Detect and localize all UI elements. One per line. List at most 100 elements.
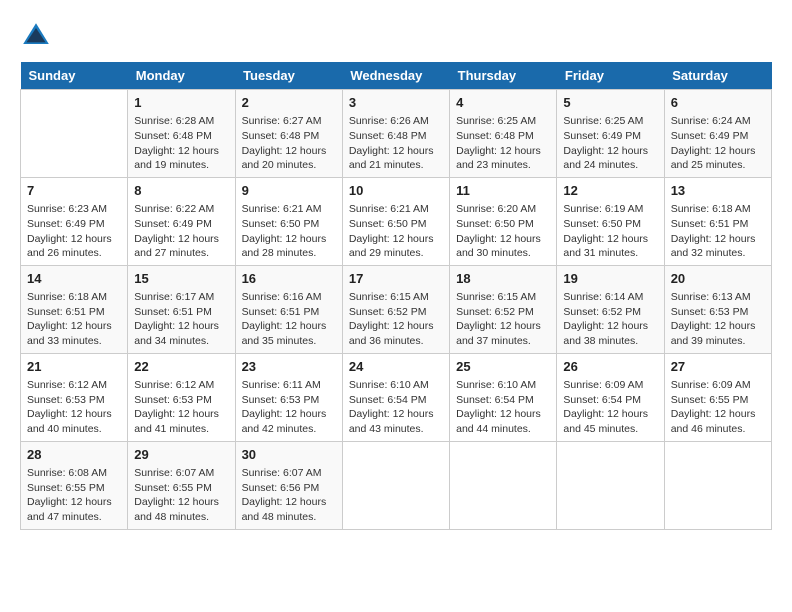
day-detail: Sunrise: 6:21 AM Sunset: 6:50 PM Dayligh… bbox=[349, 202, 443, 261]
calendar-cell bbox=[342, 441, 449, 529]
calendar-cell: 21 Sunrise: 6:12 AM Sunset: 6:53 PM Dayli… bbox=[21, 353, 128, 441]
day-number: 10 bbox=[349, 182, 443, 200]
day-detail: Sunrise: 6:28 AM Sunset: 6:48 PM Dayligh… bbox=[134, 114, 228, 173]
calendar-cell: 15Sunrise: 6:17 AM Sunset: 6:51 PM Dayli… bbox=[128, 265, 235, 353]
calendar-cell: 23 Sunrise: 6:11 AM Sunset: 6:53 PM Dayli… bbox=[235, 353, 342, 441]
calendar-cell: 22 Sunrise: 6:12 AM Sunset: 6:53 PM Dayli… bbox=[128, 353, 235, 441]
day-detail: Sunrise: 6:20 AM Sunset: 6:50 PM Dayligh… bbox=[456, 202, 550, 261]
calendar-cell: 3 Sunrise: 6:26 AM Sunset: 6:48 PM Daylig… bbox=[342, 90, 449, 178]
day-detail: Sunrise: 6:14 AM Sunset: 6:52 PM Dayligh… bbox=[563, 290, 657, 349]
day-detail: Sunrise: 6:07 AM Sunset: 6:55 PM Dayligh… bbox=[134, 466, 228, 525]
day-detail: Sunrise: 6:18 AM Sunset: 6:51 PM Dayligh… bbox=[671, 202, 765, 261]
day-number: 7 bbox=[27, 182, 121, 200]
week-row-3: 14Sunrise: 6:18 AM Sunset: 6:51 PM Dayli… bbox=[21, 265, 772, 353]
column-header-wednesday: Wednesday bbox=[342, 62, 449, 90]
column-header-friday: Friday bbox=[557, 62, 664, 90]
page-header bbox=[20, 20, 772, 52]
calendar-cell bbox=[557, 441, 664, 529]
day-detail: Sunrise: 6:24 AM Sunset: 6:49 PM Dayligh… bbox=[671, 114, 765, 173]
day-detail: Sunrise: 6:13 AM Sunset: 6:53 PM Dayligh… bbox=[671, 290, 765, 349]
day-detail: Sunrise: 6:09 AM Sunset: 6:55 PM Dayligh… bbox=[671, 378, 765, 437]
calendar-cell: 2 Sunrise: 6:27 AM Sunset: 6:48 PM Daylig… bbox=[235, 90, 342, 178]
day-detail: Sunrise: 6:18 AM Sunset: 6:51 PM Dayligh… bbox=[27, 290, 121, 349]
day-number: 18 bbox=[456, 270, 550, 288]
calendar-cell: 29 Sunrise: 6:07 AM Sunset: 6:55 PM Dayli… bbox=[128, 441, 235, 529]
day-number: 22 bbox=[134, 358, 228, 376]
day-detail: Sunrise: 6:12 AM Sunset: 6:53 PM Dayligh… bbox=[27, 378, 121, 437]
column-header-thursday: Thursday bbox=[450, 62, 557, 90]
day-detail: Sunrise: 6:25 AM Sunset: 6:48 PM Dayligh… bbox=[456, 114, 550, 173]
calendar-header-row: SundayMondayTuesdayWednesdayThursdayFrid… bbox=[21, 62, 772, 90]
day-number: 15 bbox=[134, 270, 228, 288]
day-number: 19 bbox=[563, 270, 657, 288]
calendar-cell: 10 Sunrise: 6:21 AM Sunset: 6:50 PM Dayli… bbox=[342, 177, 449, 265]
calendar-cell: 19 Sunrise: 6:14 AM Sunset: 6:52 PM Dayli… bbox=[557, 265, 664, 353]
week-row-5: 28Sunrise: 6:08 AM Sunset: 6:55 PM Dayli… bbox=[21, 441, 772, 529]
day-detail: Sunrise: 6:23 AM Sunset: 6:49 PM Dayligh… bbox=[27, 202, 121, 261]
calendar-cell: 18 Sunrise: 6:15 AM Sunset: 6:52 PM Dayli… bbox=[450, 265, 557, 353]
day-detail: Sunrise: 6:22 AM Sunset: 6:49 PM Dayligh… bbox=[134, 202, 228, 261]
day-detail: Sunrise: 6:10 AM Sunset: 6:54 PM Dayligh… bbox=[349, 378, 443, 437]
calendar-cell: 5 Sunrise: 6:25 AM Sunset: 6:49 PM Daylig… bbox=[557, 90, 664, 178]
day-number: 11 bbox=[456, 182, 550, 200]
day-detail: Sunrise: 6:21 AM Sunset: 6:50 PM Dayligh… bbox=[242, 202, 336, 261]
day-detail: Sunrise: 6:11 AM Sunset: 6:53 PM Dayligh… bbox=[242, 378, 336, 437]
day-detail: Sunrise: 6:26 AM Sunset: 6:48 PM Dayligh… bbox=[349, 114, 443, 173]
calendar-cell: 7 Sunrise: 6:23 AM Sunset: 6:49 PM Daylig… bbox=[21, 177, 128, 265]
day-detail: Sunrise: 6:07 AM Sunset: 6:56 PM Dayligh… bbox=[242, 466, 336, 525]
week-row-2: 7 Sunrise: 6:23 AM Sunset: 6:49 PM Daylig… bbox=[21, 177, 772, 265]
day-detail: Sunrise: 6:12 AM Sunset: 6:53 PM Dayligh… bbox=[134, 378, 228, 437]
calendar-cell: 30Sunrise: 6:07 AM Sunset: 6:56 PM Dayli… bbox=[235, 441, 342, 529]
calendar-cell: 27 Sunrise: 6:09 AM Sunset: 6:55 PM Dayli… bbox=[664, 353, 771, 441]
calendar-cell: 25 Sunrise: 6:10 AM Sunset: 6:54 PM Dayli… bbox=[450, 353, 557, 441]
column-header-sunday: Sunday bbox=[21, 62, 128, 90]
day-detail: Sunrise: 6:09 AM Sunset: 6:54 PM Dayligh… bbox=[563, 378, 657, 437]
calendar-cell: 16Sunrise: 6:16 AM Sunset: 6:51 PM Dayli… bbox=[235, 265, 342, 353]
day-number: 24 bbox=[349, 358, 443, 376]
day-number: 26 bbox=[563, 358, 657, 376]
day-detail: Sunrise: 6:25 AM Sunset: 6:49 PM Dayligh… bbox=[563, 114, 657, 173]
day-detail: Sunrise: 6:27 AM Sunset: 6:48 PM Dayligh… bbox=[242, 114, 336, 173]
day-number: 29 bbox=[134, 446, 228, 464]
day-detail: Sunrise: 6:15 AM Sunset: 6:52 PM Dayligh… bbox=[456, 290, 550, 349]
calendar-cell: 28Sunrise: 6:08 AM Sunset: 6:55 PM Dayli… bbox=[21, 441, 128, 529]
logo-icon bbox=[20, 20, 52, 52]
calendar-cell: 6 Sunrise: 6:24 AM Sunset: 6:49 PM Daylig… bbox=[664, 90, 771, 178]
day-number: 8 bbox=[134, 182, 228, 200]
column-header-monday: Monday bbox=[128, 62, 235, 90]
calendar-cell bbox=[21, 90, 128, 178]
day-number: 25 bbox=[456, 358, 550, 376]
calendar-cell: 17Sunrise: 6:15 AM Sunset: 6:52 PM Dayli… bbox=[342, 265, 449, 353]
column-header-tuesday: Tuesday bbox=[235, 62, 342, 90]
week-row-4: 21 Sunrise: 6:12 AM Sunset: 6:53 PM Dayli… bbox=[21, 353, 772, 441]
week-row-1: 1 Sunrise: 6:28 AM Sunset: 6:48 PM Daylig… bbox=[21, 90, 772, 178]
day-detail: Sunrise: 6:10 AM Sunset: 6:54 PM Dayligh… bbox=[456, 378, 550, 437]
day-number: 28 bbox=[27, 446, 121, 464]
day-detail: Sunrise: 6:16 AM Sunset: 6:51 PM Dayligh… bbox=[242, 290, 336, 349]
day-number: 1 bbox=[134, 94, 228, 112]
calendar-cell bbox=[450, 441, 557, 529]
calendar-cell: 11 Sunrise: 6:20 AM Sunset: 6:50 PM Dayli… bbox=[450, 177, 557, 265]
calendar-cell: 8 Sunrise: 6:22 AM Sunset: 6:49 PM Daylig… bbox=[128, 177, 235, 265]
day-number: 27 bbox=[671, 358, 765, 376]
column-header-saturday: Saturday bbox=[664, 62, 771, 90]
day-number: 2 bbox=[242, 94, 336, 112]
calendar-cell: 9 Sunrise: 6:21 AM Sunset: 6:50 PM Daylig… bbox=[235, 177, 342, 265]
day-number: 4 bbox=[456, 94, 550, 112]
logo bbox=[20, 20, 56, 52]
calendar-cell: 24 Sunrise: 6:10 AM Sunset: 6:54 PM Dayli… bbox=[342, 353, 449, 441]
day-number: 21 bbox=[27, 358, 121, 376]
calendar-cell bbox=[664, 441, 771, 529]
day-number: 5 bbox=[563, 94, 657, 112]
day-detail: Sunrise: 6:19 AM Sunset: 6:50 PM Dayligh… bbox=[563, 202, 657, 261]
calendar-cell: 20Sunrise: 6:13 AM Sunset: 6:53 PM Dayli… bbox=[664, 265, 771, 353]
day-number: 3 bbox=[349, 94, 443, 112]
day-number: 6 bbox=[671, 94, 765, 112]
calendar-table: SundayMondayTuesdayWednesdayThursdayFrid… bbox=[20, 62, 772, 530]
day-number: 23 bbox=[242, 358, 336, 376]
calendar-cell: 12 Sunrise: 6:19 AM Sunset: 6:50 PM Dayli… bbox=[557, 177, 664, 265]
day-number: 12 bbox=[563, 182, 657, 200]
calendar-cell: 13Sunrise: 6:18 AM Sunset: 6:51 PM Dayli… bbox=[664, 177, 771, 265]
day-number: 9 bbox=[242, 182, 336, 200]
day-detail: Sunrise: 6:15 AM Sunset: 6:52 PM Dayligh… bbox=[349, 290, 443, 349]
